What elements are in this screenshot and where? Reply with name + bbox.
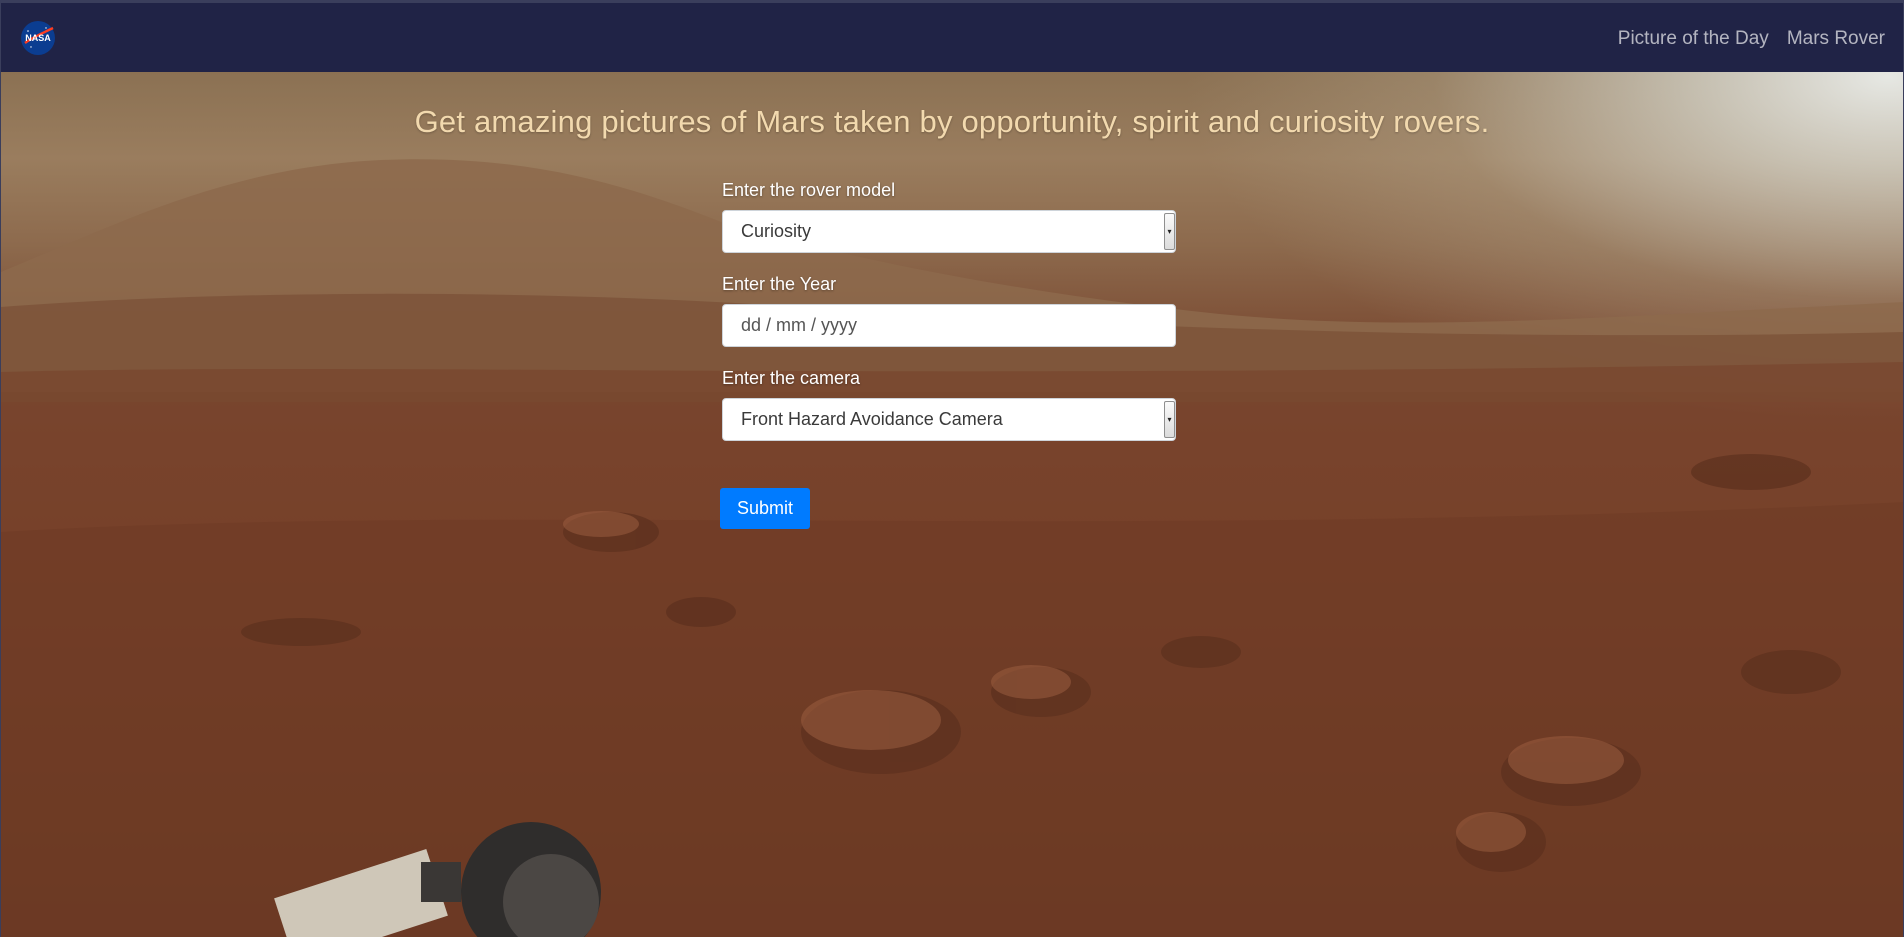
page-headline: Get amazing pictures of Mars taken by op… [414, 104, 1490, 139]
rover-search-form: Enter the rover model Curiosity ▾ Enter … [722, 180, 1176, 462]
rover-model-label: Enter the rover model [722, 180, 896, 200]
nav-link-mars-rover[interactable]: Mars Rover [1787, 28, 1885, 50]
nasa-logo-text: NASA [25, 33, 51, 43]
nav-links: Picture of the Day Mars Rover [1618, 3, 1885, 75]
rover-model-select-wrapper: Curiosity ▾ [722, 210, 1176, 253]
nav-link-picture-of-the-day[interactable]: Picture of the Day [1618, 28, 1769, 50]
rover-model-select[interactable]: Curiosity [722, 210, 1176, 253]
rover-model-value: Curiosity [741, 221, 812, 241]
camera-select-wrapper: Front Hazard Avoidance Camera ▾ [722, 398, 1176, 441]
year-date-placeholder: dd / mm / yyyy [741, 315, 858, 335]
navbar: NASA Picture of the Day Mars Rover [0, 0, 1904, 72]
dropdown-arrow-icon[interactable]: ▾ [1164, 401, 1175, 438]
year-date-input[interactable]: dd / mm / yyyy [722, 304, 1176, 347]
camera-select[interactable]: Front Hazard Avoidance Camera [722, 398, 1176, 441]
camera-value: Front Hazard Avoidance Camera [741, 409, 1003, 429]
nasa-logo-icon[interactable]: NASA [19, 19, 57, 57]
year-label: Enter the Year [722, 274, 837, 294]
camera-label: Enter the camera [722, 368, 861, 388]
year-field-wrapper: dd / mm / yyyy [722, 304, 1176, 347]
dropdown-arrow-icon[interactable]: ▾ [1164, 213, 1175, 250]
submit-button[interactable]: Submit [720, 488, 810, 529]
